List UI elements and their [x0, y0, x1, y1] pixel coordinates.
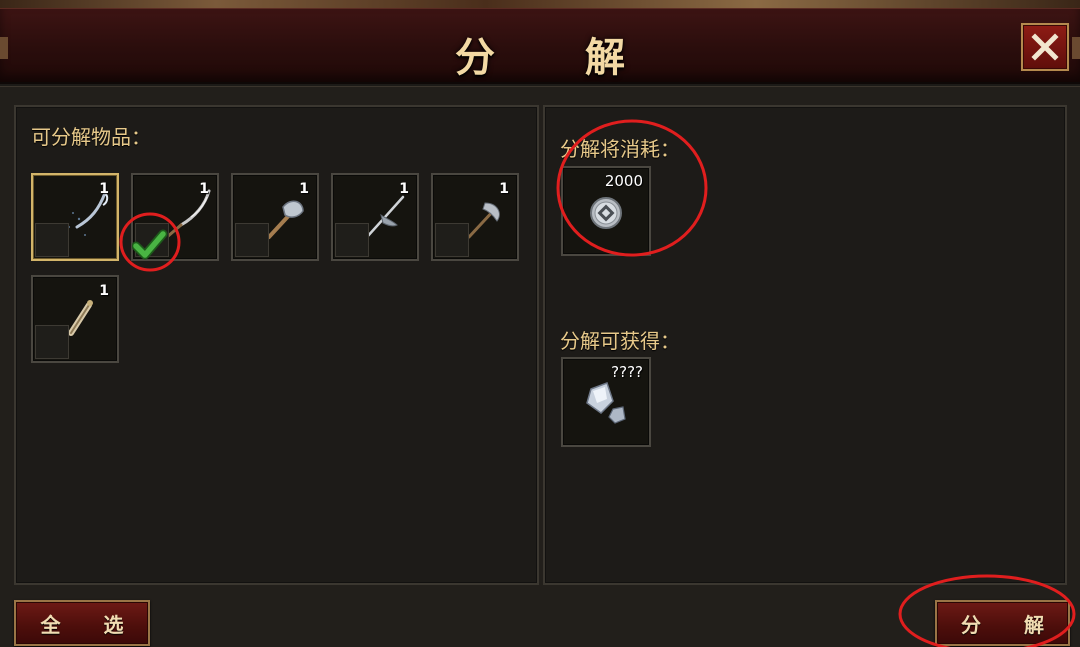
gain-label: 分解可获得：	[560, 329, 680, 353]
item-subcell	[235, 223, 269, 257]
close-icon	[1031, 33, 1059, 61]
item-slot-scroll-staff[interactable]: 1	[31, 275, 119, 363]
item-count: 1	[199, 181, 209, 197]
window-top-frame	[0, 0, 1080, 8]
item-subcell	[35, 325, 69, 359]
item-count: 1	[299, 181, 309, 197]
item-subcell	[135, 223, 169, 257]
gain-slot: ????	[561, 357, 651, 447]
dialog-title-bar: 分 解	[0, 8, 1080, 84]
select-all-button[interactable]: 全 选	[14, 600, 150, 646]
decompose-button[interactable]: 分 解	[935, 600, 1070, 646]
item-slot-halberd[interactable]: 1	[31, 173, 119, 261]
cost-slot: 2000	[561, 166, 651, 256]
item-count: 1	[99, 181, 109, 197]
item-subcell	[35, 223, 69, 257]
item-slot-glaive[interactable]: 1	[131, 173, 219, 261]
close-button[interactable]	[1021, 23, 1069, 71]
decomposable-items-label: 可分解物品：	[31, 125, 151, 149]
cost-label: 分解将消耗：	[560, 137, 680, 161]
item-slot-crescent-blade[interactable]: 1	[431, 173, 519, 261]
item-slot-crossed-spear[interactable]: 1	[331, 173, 419, 261]
item-subcell	[435, 223, 469, 257]
item-slot-axe[interactable]: 1	[231, 173, 319, 261]
gain-amount: ????	[611, 363, 643, 381]
dialog-title: 分 解	[455, 34, 663, 81]
item-count: 1	[399, 181, 409, 197]
item-count: 1	[499, 181, 509, 197]
item-subcell	[335, 223, 369, 257]
item-count: 1	[99, 283, 109, 299]
cost-amount: 2000	[604, 172, 643, 190]
